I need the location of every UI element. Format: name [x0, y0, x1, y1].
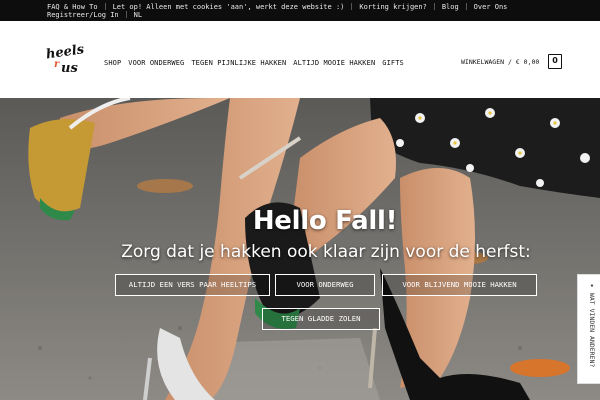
hero-title: Hello Fall! — [252, 206, 398, 236]
logo-text-r: r — [54, 59, 60, 70]
nav-item-voor-onderweg[interactable]: VOOR ONDERWEG — [128, 59, 184, 67]
reviews-side-tab[interactable]: ★ WAT VINDEN ANDEREN? — [577, 274, 600, 384]
language-selector[interactable]: NL — [134, 11, 142, 19]
nav-item-altijd-mooie-hakken[interactable]: ALTIJD MOOIE HAKKEN — [293, 59, 375, 67]
divider — [465, 3, 467, 10]
blog-link[interactable]: Blog — [442, 3, 459, 11]
divider — [351, 3, 353, 10]
register-login-link[interactable]: Registreer/Log In — [47, 11, 119, 19]
logo-text-us: us — [61, 61, 78, 76]
cookie-notice: Let op! Alleen met cookies 'aan', werkt … — [112, 3, 345, 11]
reviews-tab-label: ★ WAT VINDEN ANDEREN? — [584, 281, 596, 381]
cart-link[interactable]: WINKELWAGEN / € 0,00 — [461, 58, 539, 66]
divider — [125, 11, 127, 18]
hero-banner: Hello Fall! Zorg dat je hakken ook klaar… — [0, 98, 600, 400]
blijvend-mooie-hakken-button[interactable]: VOOR BLIJVEND MOOIE HAKKEN — [382, 274, 537, 296]
divider — [433, 3, 435, 10]
site-logo[interactable]: heels r us — [44, 43, 84, 77]
reviews-tab-text: WAT VINDEN ANDEREN? — [588, 292, 596, 368]
main-nav: SHOP VOOR ONDERWEG TEGEN PIJNLIJKE HAKKEN A… — [104, 59, 411, 67]
top-bar: FAQ & How To Let op! Alleen met cookies '… — [0, 0, 600, 21]
voor-onderweg-button[interactable]: VOOR ONDERWEG — [275, 274, 375, 296]
gladde-zolen-button[interactable]: TEGEN GLADDE ZOLEN — [262, 308, 380, 330]
nav-item-shop[interactable]: SHOP — [104, 59, 121, 67]
heeltips-button[interactable]: ALTIJD EEN VERS PAAR HEELTIPS — [115, 274, 270, 296]
divider — [104, 3, 106, 10]
top-bar-row-2: Registreer/Log In NL — [47, 11, 142, 20]
nav-item-gifts[interactable]: GIFTS — [382, 59, 404, 67]
hero-subtitle: Zorg dat je hakken ook klaar zijn voor d… — [121, 242, 531, 262]
site-header: heels r us SHOP VOOR ONDERWEG TEGEN PIJNLI… — [0, 21, 600, 98]
logo-text-heels: heels — [45, 43, 84, 62]
about-link[interactable]: Over Ons — [474, 3, 508, 11]
star-icon: ★ — [588, 281, 596, 289]
cart-count-badge[interactable]: 0 — [548, 54, 562, 69]
nav-item-tegen-pijnlijke-hakken[interactable]: TEGEN PIJNLIJKE HAKKEN — [191, 59, 286, 67]
discount-link[interactable]: Korting krijgen? — [359, 3, 426, 11]
faq-link[interactable]: FAQ & How To — [47, 3, 98, 11]
